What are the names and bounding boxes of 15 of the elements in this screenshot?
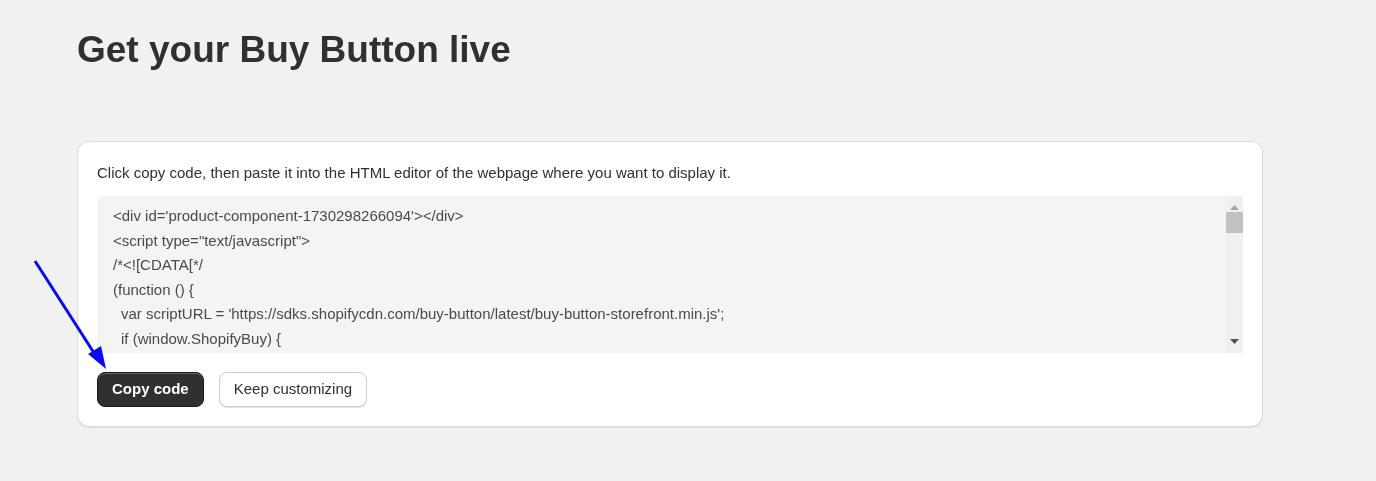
scroll-down-icon[interactable] [1230,339,1239,344]
scrollbar[interactable] [1226,196,1243,353]
copy-code-button[interactable]: Copy code [97,372,204,407]
code-box[interactable] [97,196,1243,353]
code-line: /*<![CDATA[*/ [113,255,204,275]
scroll-up-icon[interactable] [1230,205,1239,210]
keep-customizing-button[interactable]: Keep customizing [218,372,368,407]
code-line: (function () { [113,279,195,300]
instructions-text: Click copy code, then paste it into the HTML editor of the webpage where you want to display it. [97,163,732,183]
code-line: var scriptURL = 'https://sdks.shopifycdn.com/buy-button/latest/buy-button-storefront.min.js'; [120,304,726,324]
scrollbar-thumb[interactable] [1226,212,1243,233]
page-title: Get your Buy Button live [77,28,512,72]
code-line: <script type="text/javascript"> [113,230,311,251]
code-line: <div id='product-component-1730298266094'></div> [113,206,465,226]
code-line: if (window.ShopifyBuy) { [120,328,283,349]
